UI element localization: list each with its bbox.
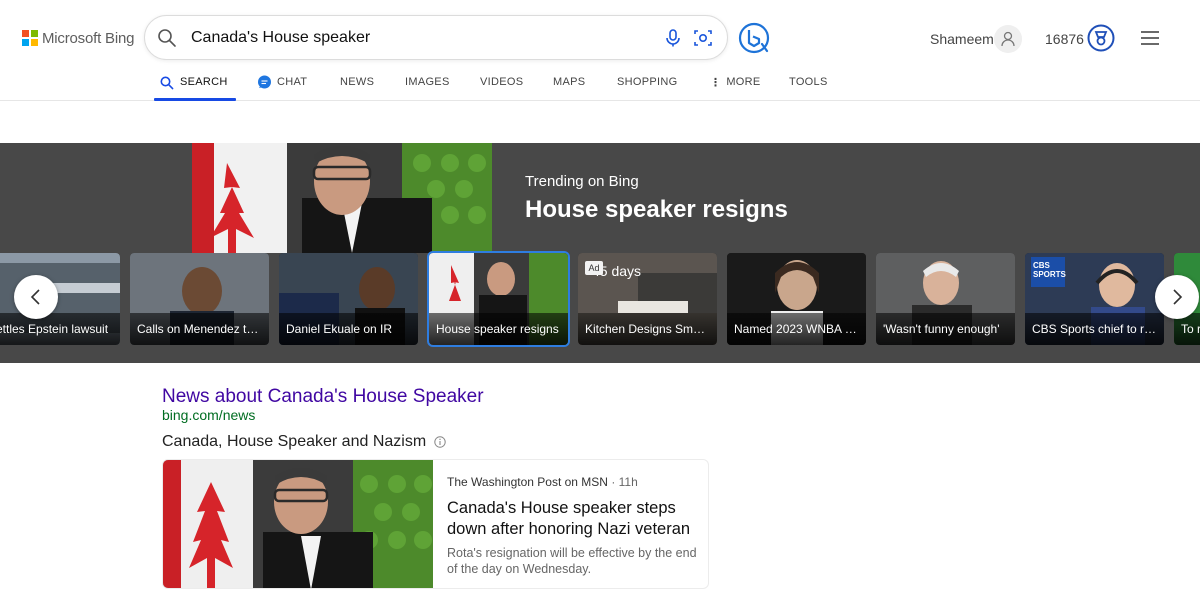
more-dots-icon: ⋮ <box>710 77 722 89</box>
tab-label: NEWS <box>340 76 375 88</box>
card-label: Settles Epstein lawsuit <box>0 313 120 345</box>
tab-chat[interactable]: CHAT <box>257 72 307 101</box>
news-topic-text: Canada, House Speaker and Nazism <box>162 433 427 450</box>
tab-label: SEARCH <box>180 76 228 88</box>
bing-logo[interactable]: Microsoft Bing <box>22 29 134 47</box>
search-box[interactable] <box>144 15 728 60</box>
trending-card[interactable]: CBS SPORTS CBS Sports chief to retire <box>1025 253 1164 345</box>
news-source-url[interactable]: bing.com/news <box>162 407 255 423</box>
tab-images[interactable]: IMAGES <box>405 72 450 101</box>
trending-card[interactable]: 'Wasn't funny enough' <box>876 253 1015 345</box>
cbs-sports-logo: CBS SPORTS <box>1033 261 1066 279</box>
card-label: Named 2023 WNBA MVP <box>727 313 866 345</box>
trending-caption: Trending on Bing <box>525 173 639 190</box>
active-tab-indicator <box>154 98 236 101</box>
card-label: 'Wasn't funny enough' <box>876 313 1015 345</box>
tab-search[interactable]: SEARCH <box>154 72 236 101</box>
article-image[interactable] <box>163 460 433 589</box>
tab-label: TOOLS <box>789 76 828 88</box>
header: Microsoft Bing Shameem 16876 <box>0 0 1200 101</box>
card-label: CBS Sports chief to retire <box>1025 313 1164 345</box>
tab-more[interactable]: ⋮ MORE <box>710 72 761 101</box>
article-source[interactable]: The Washington Post on MSN <box>447 475 608 489</box>
news-article-card[interactable]: The Washington Post on MSN · 11h Canada'… <box>162 459 709 589</box>
user-name[interactable]: Shameem <box>930 31 994 47</box>
chat-bubble-icon <box>258 75 271 89</box>
ad-badge: Ad <box>585 261 603 275</box>
tab-label: CHAT <box>277 76 308 88</box>
trending-card[interactable]: Named 2023 WNBA MVP <box>727 253 866 345</box>
article-snippet: Rota's resignation will be effective by … <box>447 546 697 576</box>
microphone-icon[interactable] <box>663 28 683 48</box>
search-icon <box>160 76 174 90</box>
copilot-chat-icon[interactable] <box>738 22 770 54</box>
news-section-heading[interactable]: News about Canada's House Speaker <box>162 386 484 408</box>
trending-carousel: Trending on Bing House speaker resigns S… <box>0 143 1200 363</box>
trending-card[interactable]: Daniel Ekuale on IR <box>279 253 418 345</box>
card-label: Kitchen Designs Small Spaces <box>578 313 717 345</box>
tab-news[interactable]: NEWS <box>340 72 374 101</box>
tab-label: VIDEOS <box>480 76 524 88</box>
hamburger-menu-icon[interactable] <box>1140 30 1160 46</box>
trending-card[interactable]: House speaker resigns <box>429 253 568 345</box>
tab-label: MORE <box>726 76 761 88</box>
tab-label: SHOPPING <box>617 76 678 88</box>
search-icon[interactable] <box>157 28 177 48</box>
tab-tools[interactable]: TOOLS <box>789 72 828 101</box>
chevron-right-icon <box>1173 289 1183 305</box>
tab-shopping[interactable]: SHOPPING <box>617 72 677 101</box>
tab-videos[interactable]: VIDEOS <box>480 72 523 101</box>
carousel-prev-button[interactable] <box>14 275 58 319</box>
tab-maps[interactable]: MAPS <box>553 72 585 101</box>
trending-cards: Settles Epstein lawsuit Calls on Menende… <box>0 253 1200 345</box>
tab-label: MAPS <box>553 76 586 88</box>
chevron-left-icon <box>30 289 40 305</box>
logo-text: Microsoft Bing <box>42 29 135 47</box>
card-label: Calls on Menendez to resign <box>130 313 269 345</box>
article-age: · 11h <box>611 475 638 489</box>
card-label: Daniel Ekuale on IR <box>279 313 418 345</box>
trending-title[interactable]: House speaker resigns <box>525 196 788 224</box>
hero-image[interactable] <box>192 143 492 253</box>
trending-card[interactable]: Calls on Menendez to resign <box>130 253 269 345</box>
carousel-next-button[interactable] <box>1155 275 1199 319</box>
avatar-icon[interactable] <box>994 25 1022 53</box>
article-meta: The Washington Post on MSN · 11h <box>447 475 638 489</box>
news-topic-heading: Canada, House Speaker and Nazism <box>162 433 446 451</box>
search-input[interactable] <box>191 27 631 49</box>
rewards-medal-icon[interactable] <box>1087 24 1115 52</box>
info-icon[interactable] <box>434 436 446 448</box>
article-title[interactable]: Canada's House speaker steps down after … <box>447 498 702 540</box>
rewards-points[interactable]: 16876 <box>1045 31 1084 47</box>
visual-search-icon[interactable] <box>693 28 713 48</box>
microsoft-logo-icon <box>22 30 38 46</box>
card-label: House speaker resigns <box>429 313 568 345</box>
tab-label: IMAGES <box>405 76 450 88</box>
